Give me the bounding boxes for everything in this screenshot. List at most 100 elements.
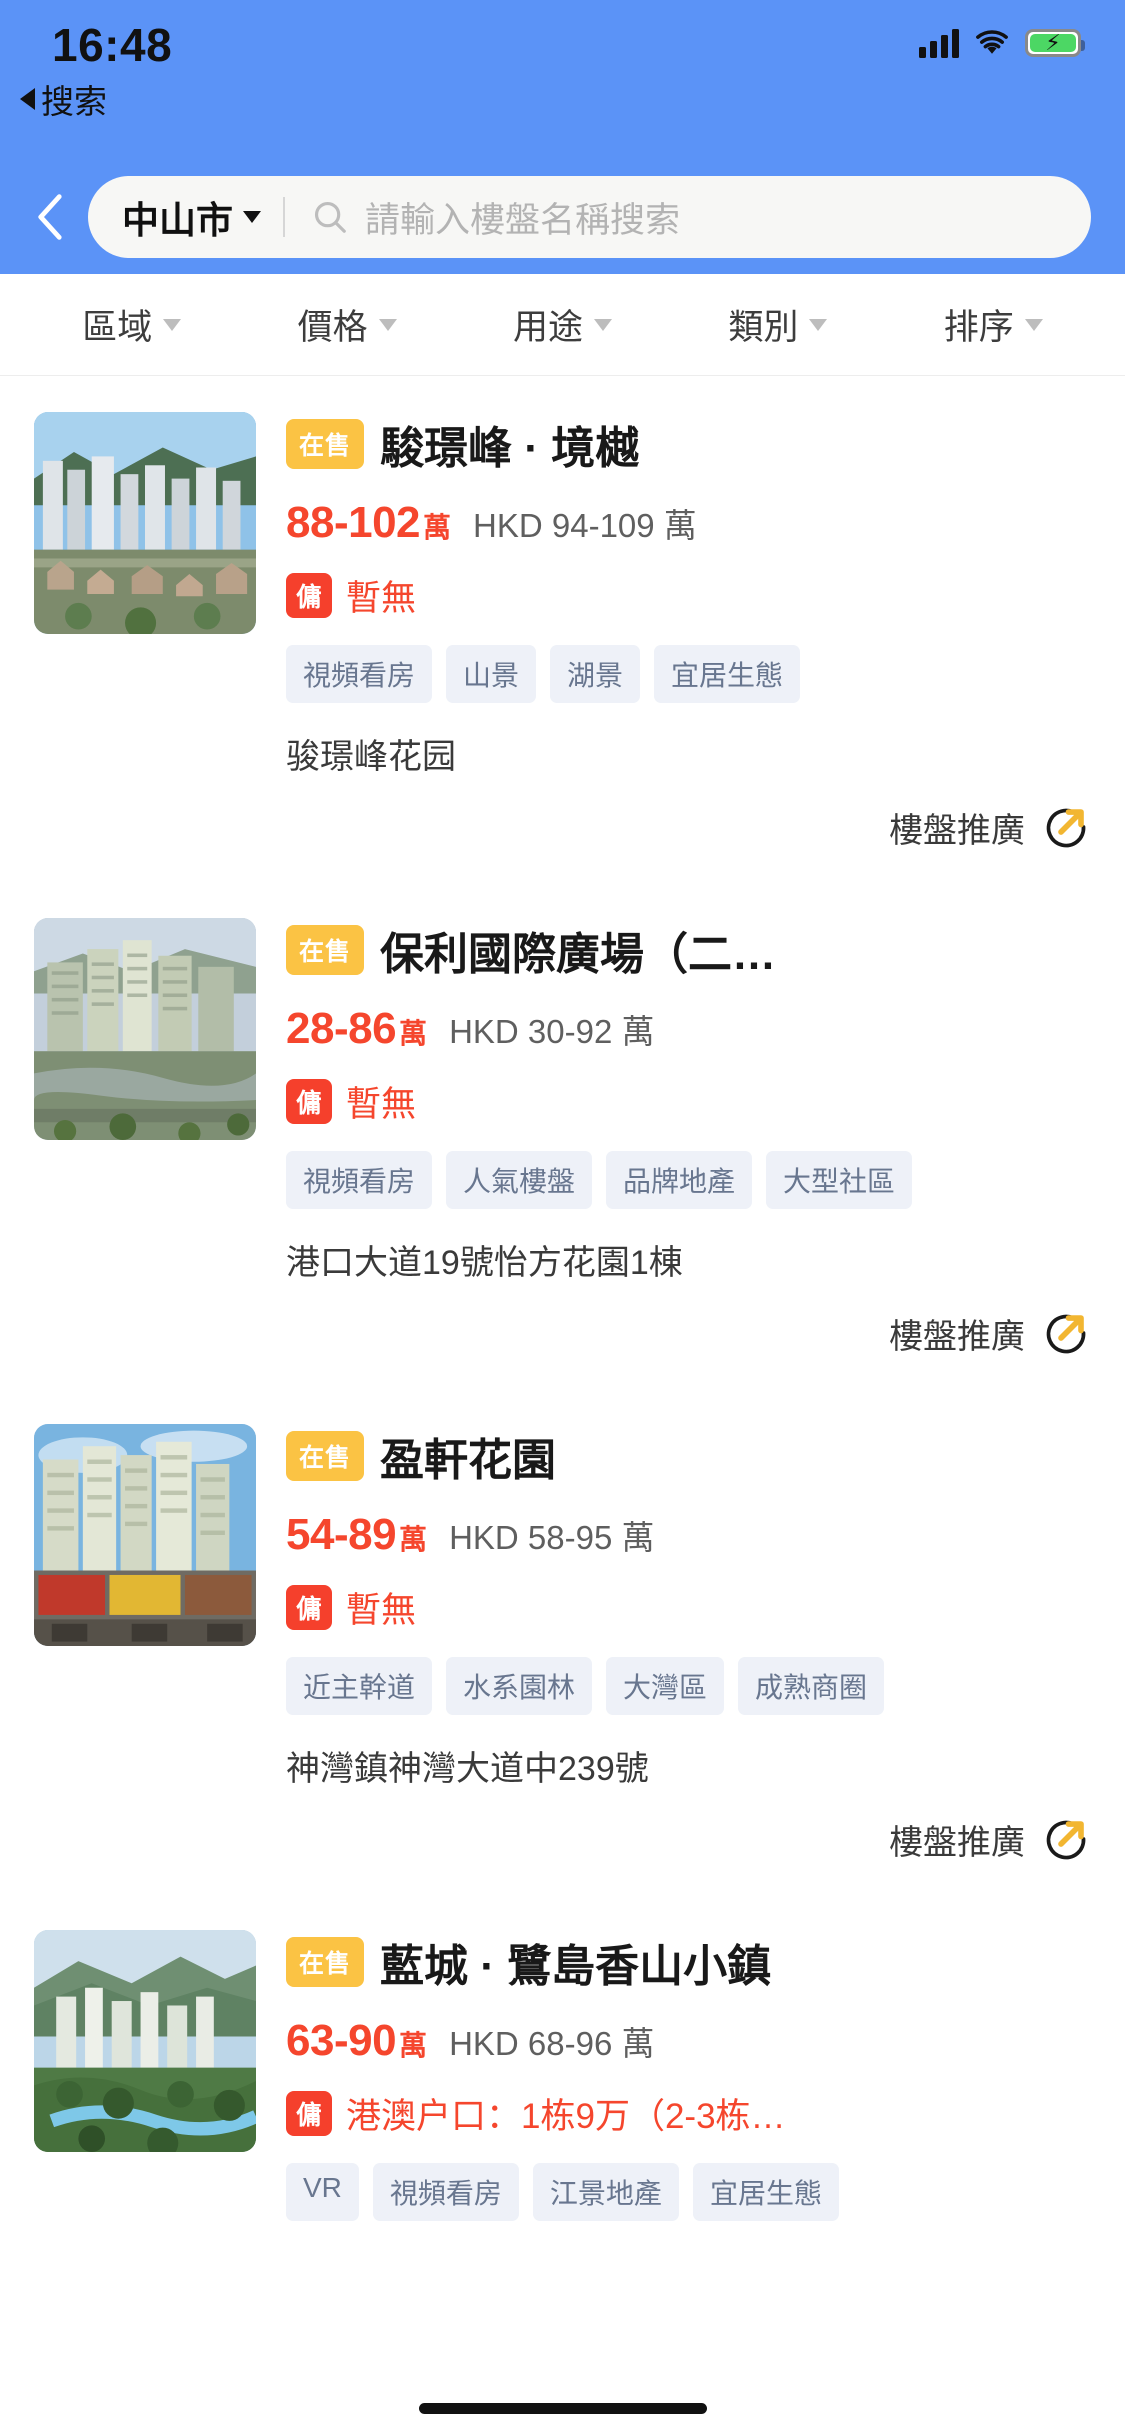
office-towers-rendering-photo [34,918,256,1140]
listing-price-hkd: HKD 58-95 萬 [449,1519,655,1556]
listing-thumbnail[interactable] [34,1930,256,2152]
promotion-row[interactable]: 樓盤推廣 [0,1790,1125,1894]
listing-commission-row: 傭 暫無 [286,1582,1091,1633]
listing-tag: 品牌地產 [606,1151,753,1209]
promotion-label: 樓盤推廣 [889,1317,1025,1356]
listing-tag: 視頻看房 [372,2163,519,2221]
commission-badge: 傭 [286,573,333,618]
app-screen: 16:48 搜索 ⚡ 中山市 請輸入樓盤名稱搜索 區域 價格 用途 類別 排序 … [0,0,1125,2436]
commission-badge: 傭 [286,2091,333,2136]
listing-title: 保利國際廣場（二… [380,930,777,979]
caret-down-icon [243,211,261,223]
listing-price-value: 63-90 [286,2016,397,2065]
filter-sort-label: 排序 [943,308,1014,347]
return-to-app-link[interactable]: 搜索 [20,75,107,123]
wifi-icon [976,30,1008,54]
promotion-label: 樓盤推廣 [889,1823,1025,1862]
caret-down-icon [809,318,828,331]
promotion-arrow-circle-icon [1046,808,1086,848]
promotion-arrow-circle-icon [1046,1820,1086,1860]
listing-price-unit: 萬 [399,2030,428,2061]
listing-info: 在售 盈軒花園 54-89 萬 HKD 58-95 萬 傭 暫無 近主幹道 水系園… [256,1424,1091,1790]
listing-price-unit: 萬 [423,512,452,543]
battery-charging-icon: ⚡ [1025,29,1085,57]
listing-tag: 視頻看房 [286,1151,433,1209]
listing-price-row: 63-90 萬 HKD 68-96 萬 [286,2016,1091,2066]
listing-title-row: 在售 保利國際廣場（二… [286,918,1091,982]
listing-price-hkd: HKD 94-109 萬 [473,507,697,544]
caret-down-icon [378,318,397,331]
listing-tag: 宜居生態 [692,2163,839,2221]
promotion-label: 樓盤推廣 [889,811,1025,850]
filter-region[interactable]: 區域 [82,299,182,350]
listing-price-row: 54-89 萬 HKD 58-95 萬 [286,1510,1091,1560]
promotion-row[interactable]: 樓盤推廣 [0,1284,1125,1388]
listing-address: 骏璟峰花园 [286,738,456,776]
listing-title-row: 在售 盈軒花園 [286,1424,1091,1488]
city-selector[interactable]: 中山市 [88,190,283,244]
listing-card[interactable]: 在售 盈軒花園 54-89 萬 HKD 58-95 萬 傭 暫無 近主幹道 水系園… [0,1388,1125,1790]
filter-category-label: 類別 [728,308,799,347]
listing-title-row: 在售 駿璟峰 · 境樾 [286,412,1091,476]
listing-price-row: 88-102 萬 HKD 94-109 萬 [286,498,1091,548]
back-triangle-icon [20,88,35,110]
home-indicator [418,2403,707,2414]
return-app-label: 搜索 [41,83,107,120]
listing-tag: 宜居生態 [654,645,801,703]
promotion-row[interactable]: 樓盤推廣 [0,778,1125,882]
status-bar-time: 16:48 [52,19,173,71]
listing-price-row: 28-86 萬 HKD 30-92 萬 [286,1004,1091,1054]
filter-region-label: 區域 [82,308,153,347]
listing-tags: 視頻看房 人氣樓盤 品牌地產 大型社區 [286,1151,1091,1209]
listing-card[interactable]: 在售 藍城 · 鷺島香山小鎮 63-90 萬 HKD 68-96 萬 傭 港澳户口… [0,1894,1125,2221]
aerial-residential-towers-photo [34,412,256,634]
listing-tags: 近主幹道 水系園林 大灣區 成熟商圈 [286,1657,1091,1715]
filter-price[interactable]: 價格 [298,299,397,350]
listing-tag: 視頻看房 [286,645,433,703]
listing-card[interactable]: 在售 保利國際廣場（二… 28-86 萬 HKD 30-92 萬 傭 暫無 視頻看… [0,882,1125,1284]
listing-price: 54-89 萬 [286,1510,427,1560]
listing-tag: 水系園林 [446,1657,593,1715]
listing-price-hkd: HKD 68-96 萬 [449,2025,655,2062]
back-button[interactable] [18,185,82,249]
filter-usage[interactable]: 用途 [513,299,612,350]
listing-info: 在售 保利國際廣場（二… 28-86 萬 HKD 30-92 萬 傭 暫無 視頻看… [256,918,1091,1284]
listing-tag: 江景地產 [532,2163,679,2221]
listing-commission-row: 傭 暫無 [286,1076,1091,1127]
listing-price-unit: 萬 [399,1018,428,1049]
status-bar: 16:48 搜索 ⚡ [0,0,1125,160]
caret-down-icon [1024,318,1043,331]
filter-bar: 區域 價格 用途 類別 排序 [0,274,1125,376]
commission-text: 暫無 [346,579,417,618]
status-badge: 在售 [286,419,365,469]
filter-category[interactable]: 類別 [728,299,828,350]
listing-tag: 大型社區 [766,1151,913,1209]
search-input-zone[interactable]: 請輸入樓盤名稱搜索 [285,192,1091,243]
listing-info: 在售 藍城 · 鷺島香山小鎮 63-90 萬 HKD 68-96 萬 傭 港澳户口… [256,1930,1091,2221]
listing-price-value: 54-89 [286,1510,397,1559]
listing-price-value: 88-102 [286,498,421,547]
listing-title: 駿璟峰 · 境樾 [380,424,640,473]
filter-sort[interactable]: 排序 [944,299,1043,350]
status-bar-indicators: ⚡ [919,28,1085,58]
search-input[interactable]: 請輸入樓盤名稱搜索 [365,192,680,243]
listing-tag: VR [286,2163,359,2221]
search-header: 中山市 請輸入樓盤名稱搜索 [0,160,1125,274]
listing-list: 在售 駿璟峰 · 境樾 88-102 萬 HKD 94-109 萬 傭 暫無 視頻… [0,376,1125,2221]
listing-thumbnail[interactable] [34,918,256,1140]
listing-card[interactable]: 在售 駿璟峰 · 境樾 88-102 萬 HKD 94-109 萬 傭 暫無 視頻… [0,376,1125,778]
listing-price: 88-102 萬 [286,498,451,548]
listing-commission-row: 傭 港澳户口：1栋9万（2-3栋… [286,2088,1091,2139]
listing-thumbnail[interactable] [34,412,256,634]
signal-bars-icon [919,28,959,58]
listing-tag: 成熟商圈 [738,1657,885,1715]
listing-tags: VR 視頻看房 江景地產 宜居生態 [286,2163,1091,2221]
listing-thumbnail[interactable] [34,1424,256,1646]
filter-price-label: 價格 [297,308,368,347]
search-bar[interactable]: 中山市 請輸入樓盤名稱搜索 [88,176,1091,258]
status-badge: 在售 [286,1937,365,1987]
listing-price: 28-86 萬 [286,1004,427,1054]
listing-price-value: 28-86 [286,1004,397,1053]
listing-tag: 大灣區 [606,1657,725,1715]
listing-price-unit: 萬 [399,1524,428,1555]
